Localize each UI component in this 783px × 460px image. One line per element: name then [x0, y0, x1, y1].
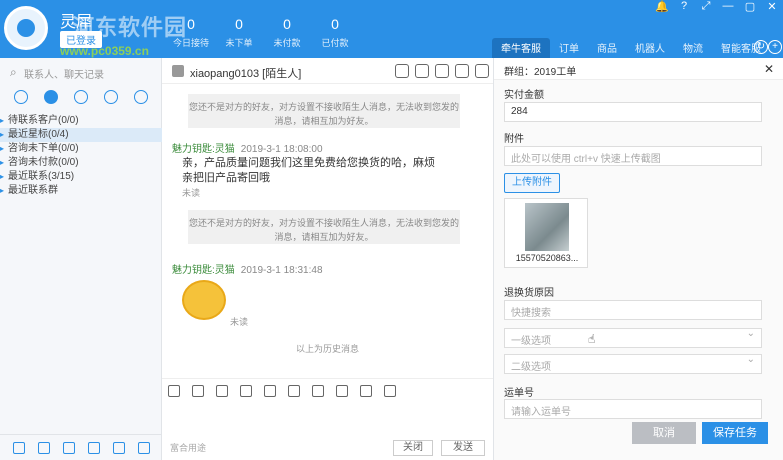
chat-area: xiaopang0103 [陌生人] 您还不是对方的好友，对方设置不接收陌生人消…	[162, 58, 493, 460]
reason-search-input[interactable]: 快捷搜索	[504, 300, 762, 320]
org-icon[interactable]	[134, 90, 148, 104]
attachment-image	[525, 203, 569, 251]
edit-icon[interactable]	[435, 64, 449, 78]
cancel-button[interactable]: 取消	[632, 422, 696, 444]
window-controls: 🔔 ? ⤢ — ▢ ✕	[651, 0, 783, 16]
group-unpaid[interactable]: 咨询未付款(0/0)	[0, 156, 162, 170]
attachment-filename: 15570520863...	[515, 253, 579, 263]
chat-toolbar	[162, 378, 493, 402]
video-icon[interactable]	[455, 64, 469, 78]
tab-products[interactable]: 商品	[588, 38, 626, 58]
attachment-label: 附件	[504, 134, 524, 145]
return-reason-label: 退换货原因	[504, 288, 554, 299]
folder-icon[interactable]	[240, 384, 252, 397]
calendar-icon[interactable]	[336, 384, 348, 397]
close-icon[interactable]: ✕	[764, 62, 774, 76]
read-status: 未读	[230, 317, 249, 327]
more-icon[interactable]	[475, 64, 489, 78]
quick-phrase-icon[interactable]	[360, 384, 372, 397]
emoji-sticker	[182, 280, 226, 320]
watermark-url: www.pc0359.cn	[60, 44, 149, 58]
minimize-icon[interactable]: —	[717, 0, 739, 16]
refresh-icon[interactable]: ↻	[754, 40, 768, 54]
upload-attachment-button[interactable]: 上传附件	[504, 173, 560, 193]
read-status: 未读	[182, 188, 201, 198]
archive-icon[interactable]	[87, 441, 100, 454]
save-task-button[interactable]: 保存任务	[702, 422, 768, 444]
quick-reply-hint: 富合用途	[170, 443, 207, 453]
heart-icon[interactable]	[312, 384, 324, 397]
search-input[interactable]: 联系人、聊天记录	[8, 65, 154, 84]
chat-header-tools	[395, 64, 489, 78]
ticket-group-title: 群组：2019工单 ✕	[494, 58, 783, 80]
waybill-input[interactable]: 请输入运单号	[504, 399, 762, 419]
tab-customer-service[interactable]: 牵牛客服	[492, 38, 550, 58]
stat-paid[interactable]: 0 已付款	[308, 16, 362, 49]
image-icon[interactable]	[216, 384, 228, 397]
task-icon[interactable]	[37, 441, 50, 454]
pin-icon[interactable]: ⤢	[695, 0, 717, 16]
message-list: 您还不是对方的好友，对方设置不接收陌生人消息，无法收到您发的消息，请相互加为好友…	[162, 84, 493, 378]
system-notice: 您还不是对方的好友，对方设置不接收陌生人消息，无法收到您发的消息，请相互加为好友…	[188, 94, 460, 128]
main-tabs: 牵牛客服 订单 商品 机器人 物流 智能客服	[492, 38, 770, 58]
attachment-paste-field[interactable]: 此处可以使用 ctrl+v 快速上传截图	[504, 146, 762, 166]
level1-select[interactable]: 一级选项	[504, 328, 762, 348]
tab-robot[interactable]: 机器人	[626, 38, 674, 58]
phone-icon[interactable]	[288, 384, 300, 397]
contact-icon[interactable]	[74, 90, 88, 104]
history-divider: 以上为历史消息	[295, 344, 359, 354]
history-icon[interactable]	[384, 384, 396, 397]
group-icon[interactable]	[104, 90, 118, 104]
add-icon[interactable]: +	[768, 40, 782, 54]
stat-unpaid[interactable]: 0 未付款	[260, 16, 314, 49]
level2-select[interactable]: 二级选项	[504, 354, 762, 374]
font-icon[interactable]	[192, 384, 204, 397]
group-not-ordered[interactable]: 咨询未下单(0/0)	[0, 142, 162, 156]
recent-icon[interactable]	[44, 90, 58, 104]
paid-amount-label: 实付金额	[504, 90, 544, 101]
notification-icon[interactable]: 🔔	[651, 0, 673, 16]
contact-group-list: 待联系客户(0/0) 最近星标(0/4) 咨询未下单(0/0) 咨询未付款(0/…	[0, 114, 162, 198]
message-sender: 魅力钥匙:灵猫 2019-3-1 18:31:48	[172, 265, 323, 276]
app-logo	[4, 6, 48, 50]
chat-icon[interactable]	[14, 90, 28, 104]
more-icon[interactable]	[137, 441, 150, 454]
user-icon[interactable]	[415, 64, 429, 78]
sell-icon[interactable]	[112, 441, 125, 454]
help-icon[interactable]: ?	[673, 0, 695, 16]
scissors-icon[interactable]	[264, 384, 276, 397]
send-button[interactable]: 发送	[441, 440, 485, 456]
sidebar: 联系人、聊天记录 待联系客户(0/0) 最近星标(0/4) 咨询未下单(0/0)…	[0, 58, 162, 460]
group-recent-contacts[interactable]: 最近联系(3/15)	[0, 170, 162, 184]
app-header: 灵犀 河东软件园 已登录 www.pc0359.cn 0 今日接待 0 未下单 …	[0, 0, 783, 58]
waybill-label: 运单号	[504, 388, 534, 399]
emoji-icon[interactable]	[168, 384, 180, 397]
close-icon[interactable]: ✕	[761, 0, 783, 16]
maximize-icon[interactable]: ▢	[739, 0, 761, 16]
system-notice: 您还不是对方的好友，对方设置不接收陌生人消息，无法收到您发的消息，请相互加为好友…	[188, 210, 460, 244]
close-button[interactable]: 关闭	[393, 440, 433, 456]
chat-header: xiaopang0103 [陌生人]	[162, 58, 493, 84]
avatar	[172, 65, 184, 77]
menu-icon[interactable]	[12, 441, 25, 454]
transfer-icon[interactable]	[395, 64, 409, 78]
chat-contact-name: xiaopang0103 [陌生人]	[190, 68, 302, 80]
ticket-form-panel: 群组：2019工单 ✕ 实付金额 284 附件 此处可以使用 ctrl+v 快速…	[493, 58, 783, 460]
sidebar-filter-icons	[0, 90, 162, 110]
group-recent-groups[interactable]: 最近联系群	[0, 184, 162, 198]
message-input[interactable]: 富合用途 关闭 发送	[162, 402, 493, 460]
group-pending-contact[interactable]: 待联系客户(0/0)	[0, 114, 162, 128]
tab-logistics[interactable]: 物流	[674, 38, 712, 58]
message-text: 亲，产品质量问题我们这里免费给您换货的哈，麻烦亲把旧产品寄回哦	[182, 157, 435, 184]
paid-amount-field[interactable]: 284	[504, 102, 762, 122]
group-recent-starred[interactable]: 最近星标(0/4)	[0, 128, 162, 142]
attachment-thumbnail[interactable]: 15570520863...	[504, 198, 588, 268]
sidebar-footer	[0, 434, 162, 460]
stat-not-ordered[interactable]: 0 未下单	[212, 16, 266, 49]
mouse-cursor: ☝	[588, 332, 596, 346]
message-sender: 魅力钥匙:灵猫 2019-3-1 18:08:00	[172, 144, 323, 155]
mail-icon[interactable]	[62, 441, 75, 454]
stat-today-reception[interactable]: 0 今日接待	[164, 16, 218, 49]
tab-orders[interactable]: 订单	[550, 38, 588, 58]
